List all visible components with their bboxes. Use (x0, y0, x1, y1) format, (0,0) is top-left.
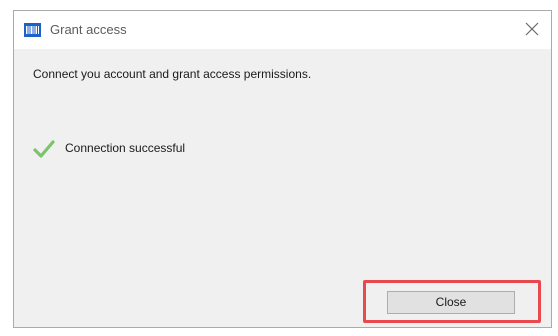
checkmark-icon (33, 138, 55, 160)
grant-access-dialog: Grant access Connect you account and gra… (13, 10, 552, 328)
barcode-icon (24, 23, 41, 37)
status-text: Connection successful (65, 141, 186, 155)
title-bar: Grant access (14, 11, 551, 49)
close-button[interactable]: Close (387, 291, 515, 314)
instruction-text: Connect you account and grant access per… (33, 67, 312, 81)
close-icon[interactable] (523, 20, 541, 38)
dialog-title: Grant access (50, 22, 127, 37)
